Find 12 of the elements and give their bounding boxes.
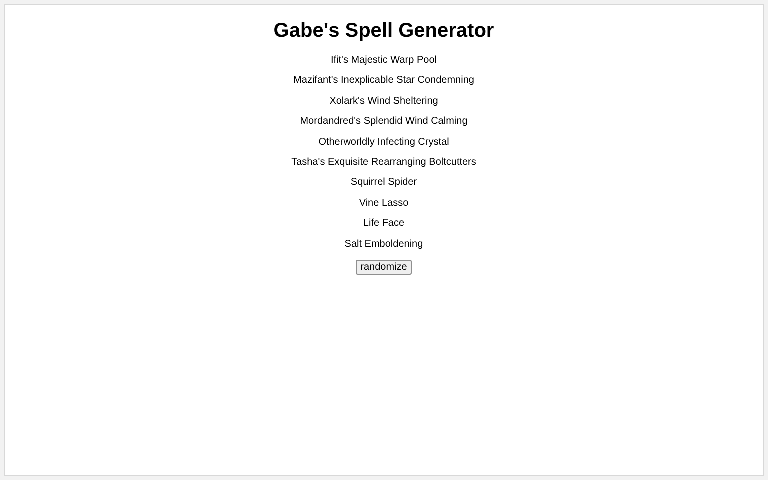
spell-name: Salt Emboldening bbox=[344, 238, 424, 252]
spell-name: Mordandred's Splendid Wind Calming bbox=[300, 115, 468, 130]
spell-name: Xolark's Wind Sheltering bbox=[330, 94, 438, 109]
spell-name: Vine Lasso bbox=[359, 196, 409, 211]
randomize-button[interactable]: randomize bbox=[356, 260, 412, 276]
spell-name: Mazifant's Inexplicable Star Condemning bbox=[294, 74, 474, 88]
spell-name: Squirrel Spider bbox=[350, 176, 418, 190]
page-title: Gabe's Spell Generator bbox=[274, 19, 494, 43]
spell-name: Tasha's Exquisite Rearranging Boltcutters bbox=[292, 156, 476, 170]
spell-name: Ifit's Majestic Warp Pool bbox=[330, 54, 437, 68]
spell-name: Otherworldly Infecting Crystal bbox=[318, 136, 450, 150]
spell-name: Life Face bbox=[363, 217, 405, 232]
